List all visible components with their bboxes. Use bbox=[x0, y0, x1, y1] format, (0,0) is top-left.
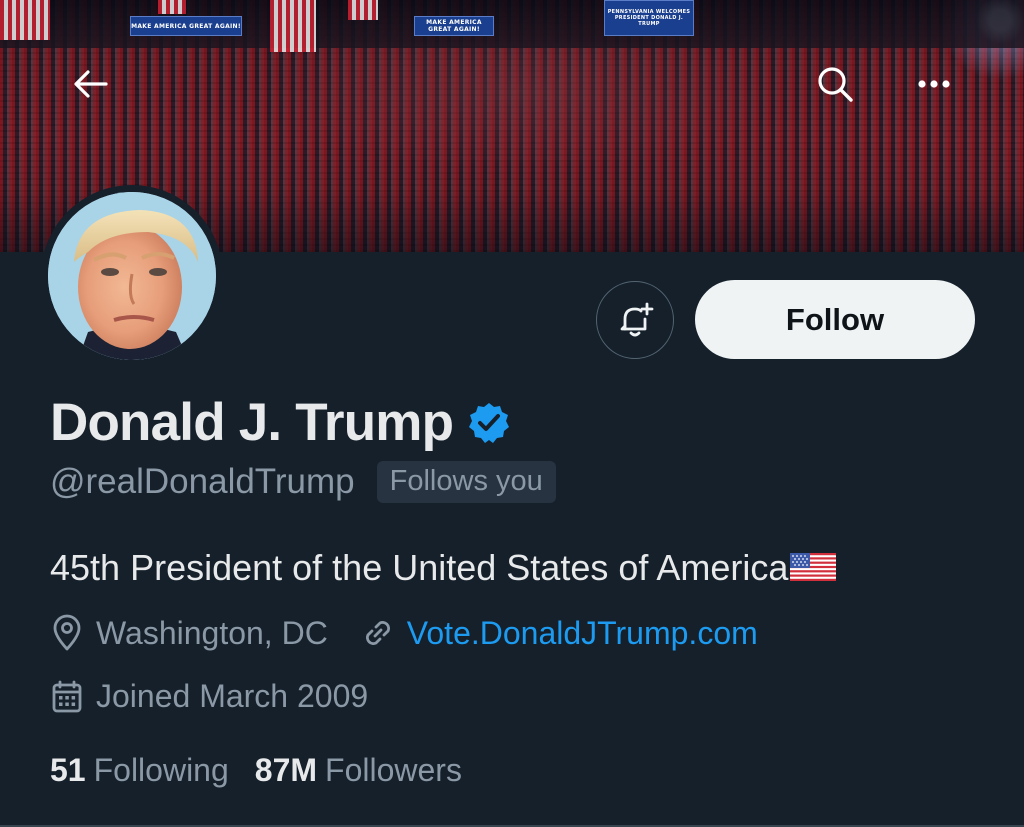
calendar-icon bbox=[50, 679, 84, 715]
banner-flag-3 bbox=[158, 0, 186, 14]
search-icon bbox=[818, 67, 853, 102]
profile-avatar[interactable] bbox=[41, 185, 223, 367]
location-text: Washington, DC bbox=[96, 614, 328, 651]
banner-flag-4 bbox=[0, 0, 50, 40]
followers-label: Followers bbox=[325, 752, 462, 788]
followers-stat[interactable]: 87M Followers bbox=[255, 752, 462, 789]
notifications-button[interactable] bbox=[596, 281, 674, 359]
following-label: Following bbox=[93, 752, 229, 788]
flag-usa-icon bbox=[790, 553, 837, 581]
banner-sign-2: MAKE AMERICA GREAT AGAIN! bbox=[414, 16, 494, 36]
verified-badge-icon[interactable] bbox=[467, 401, 511, 445]
avatar-image bbox=[48, 192, 216, 360]
username-handle: @realDonaldTrump bbox=[50, 462, 355, 501]
followers-count: 87M bbox=[254, 752, 318, 788]
banner-flag-2 bbox=[348, 0, 378, 20]
link-icon bbox=[361, 616, 395, 650]
display-name: Donald J. Trump bbox=[50, 392, 454, 452]
handle-row: @realDonaldTrump Follows you bbox=[50, 461, 556, 503]
location-website-row: Washington, DC Vote.DonaldJTrump.com bbox=[50, 614, 758, 652]
back-button[interactable] bbox=[67, 61, 113, 107]
arrow-left-icon bbox=[74, 70, 108, 98]
bell-plus-icon bbox=[620, 302, 654, 337]
joined-text: Joined March 2009 bbox=[96, 678, 369, 714]
website-link[interactable]: Vote.DonaldJTrump.com bbox=[407, 615, 758, 652]
bio-text: 45th President of the United States of A… bbox=[50, 547, 789, 588]
avatar-portrait bbox=[48, 192, 216, 360]
banner-sign-1: MAKE AMERICA GREAT AGAIN! bbox=[130, 16, 242, 36]
more-button[interactable] bbox=[911, 61, 957, 107]
follows-you-badge: Follows you bbox=[376, 461, 556, 503]
follow-stats: 51 Following 87M Followers bbox=[50, 752, 462, 789]
joined-row: Joined March 2009 bbox=[50, 678, 368, 715]
following-stat[interactable]: 51 Following bbox=[50, 752, 229, 789]
search-button[interactable] bbox=[812, 61, 858, 107]
more-horizontal-icon bbox=[918, 80, 950, 88]
name-row: Donald J. Trump bbox=[50, 388, 511, 456]
follow-button[interactable]: Follow bbox=[695, 280, 975, 359]
banner-sign-3: PENNSYLVANIA WELCOMES PRESIDENT DONALD J… bbox=[604, 0, 694, 36]
profile-bio: 45th President of the United States of A… bbox=[50, 547, 837, 589]
following-count: 51 bbox=[50, 752, 86, 788]
profile-screen: MAKE AMERICA GREAT AGAIN! MAKE AMERICA G… bbox=[0, 0, 1024, 827]
banner-flag-1 bbox=[270, 0, 316, 52]
location-pin-icon bbox=[50, 614, 84, 652]
